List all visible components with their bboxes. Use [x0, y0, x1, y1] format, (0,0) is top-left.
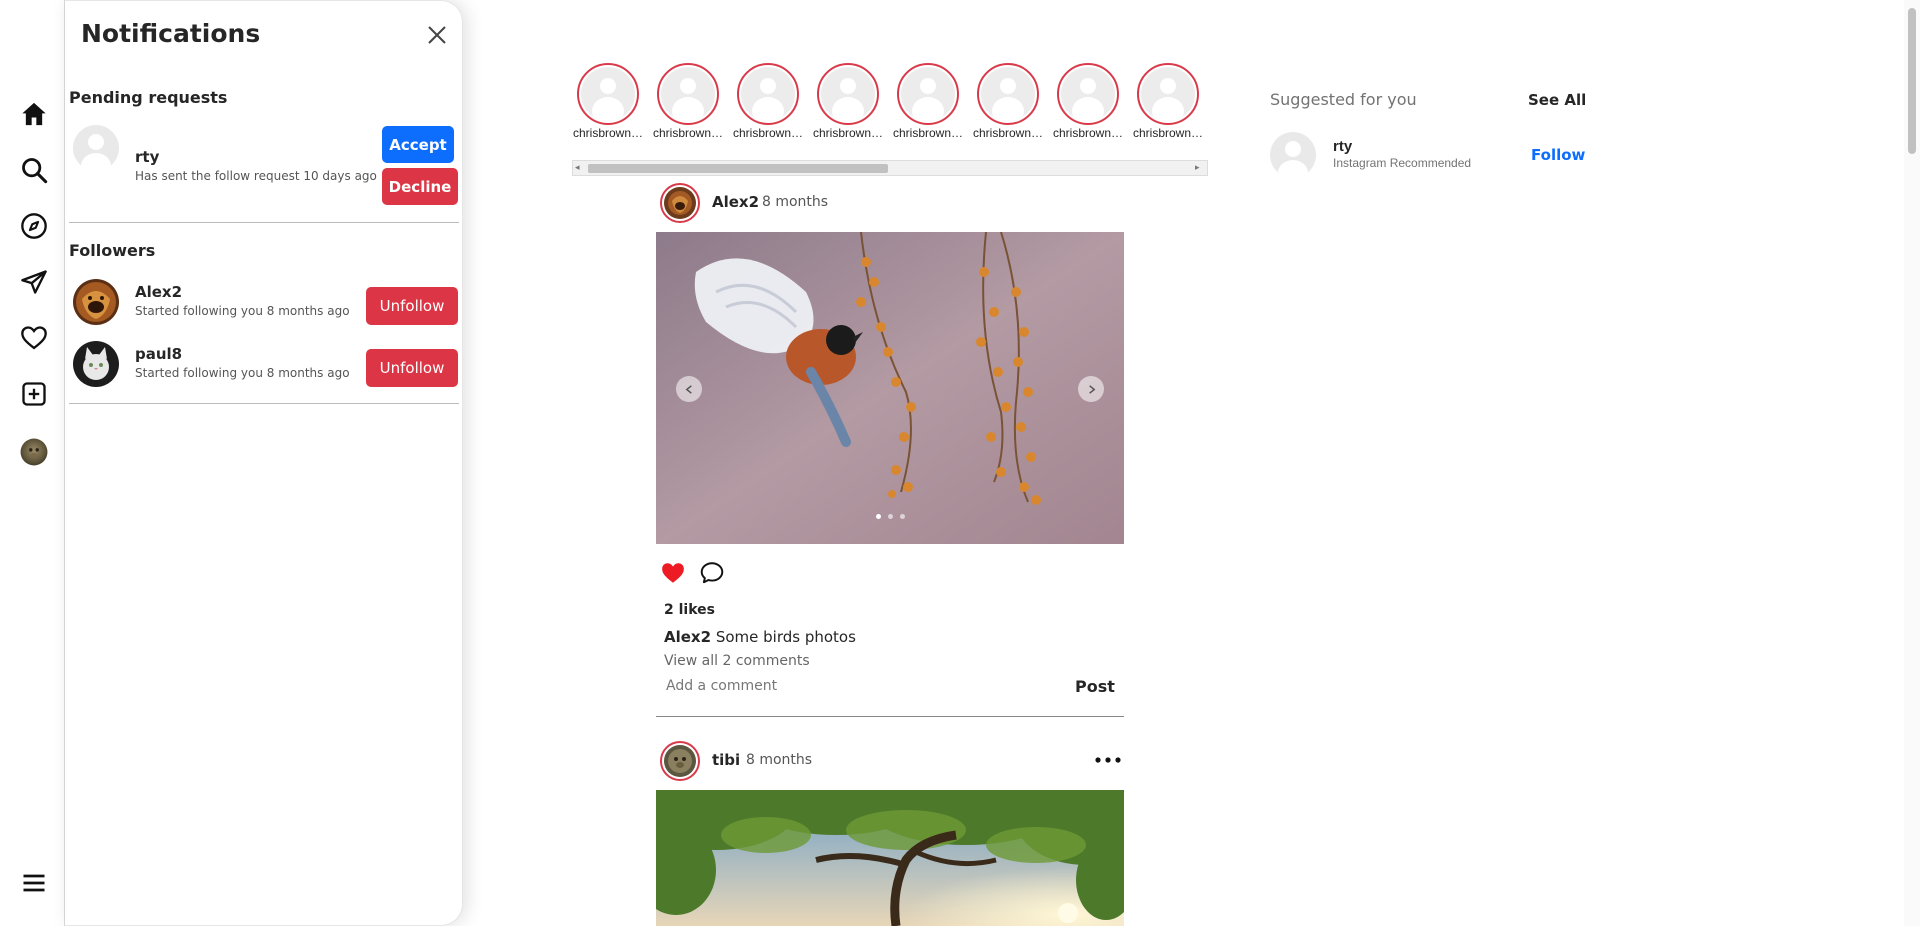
comment-input[interactable]: Add a comment [666, 678, 777, 694]
post-caption: Alex2 Some birds photos [664, 628, 856, 646]
story-item[interactable]: chrisbrown… [1133, 63, 1203, 140]
panel-title: Notifications [81, 19, 261, 48]
follower-username[interactable]: Alex2 [135, 283, 182, 301]
story-username: chrisbrown… [812, 126, 884, 140]
request-username[interactable]: rty [135, 148, 159, 166]
story-item[interactable]: chrisbrown… [573, 63, 643, 140]
story-username: chrisbrown… [732, 126, 804, 140]
pending-requests-title: Pending requests [69, 88, 228, 107]
story-username: chrisbrown… [572, 126, 644, 140]
story-username: chrisbrown… [972, 126, 1044, 140]
suggested-subtitle: Instagram Recommended [1333, 156, 1472, 170]
story-username: chrisbrown… [892, 126, 964, 140]
post-divider [656, 716, 1124, 717]
story-item[interactable]: chrisbrown… [733, 63, 803, 140]
story-item[interactable]: chrisbrown… [813, 63, 883, 140]
more-options-icon[interactable] [1094, 752, 1122, 768]
carousel-prev-button[interactable] [676, 376, 702, 402]
carousel-dot-active [876, 514, 881, 519]
story-item[interactable]: chrisbrown… [1053, 63, 1123, 140]
post-username[interactable]: tibi [712, 751, 740, 769]
like-heart-icon[interactable] [660, 560, 686, 586]
side-nav [0, 0, 65, 926]
carousel-next-button[interactable] [1078, 376, 1104, 402]
divider [69, 403, 459, 404]
stories-scrollbar[interactable]: ◂ ▸ [572, 160, 1208, 176]
page-scrollbar-thumb[interactable] [1908, 8, 1916, 154]
messages-icon[interactable] [17, 265, 51, 299]
scroll-right-arrow-icon[interactable]: ▸ [1195, 163, 1205, 173]
profile-avatar[interactable] [17, 435, 51, 469]
follower-text: Started following you 8 months ago [135, 366, 350, 380]
notifications-panel: Notifications Pending requests rty Has s… [65, 0, 463, 926]
notifications-icon[interactable] [17, 321, 51, 355]
menu-icon[interactable] [17, 866, 51, 900]
create-icon[interactable] [17, 377, 51, 411]
post-time: 8 months [746, 752, 813, 768]
carousel-dot [900, 514, 905, 519]
post-time: 8 months [762, 194, 829, 210]
scrollbar-thumb[interactable] [588, 164, 888, 173]
comment-icon[interactable] [699, 560, 725, 586]
story-username: chrisbrown… [1052, 126, 1124, 140]
story-username: chrisbrown… [652, 126, 724, 140]
unfollow-button[interactable]: Unfollow [366, 349, 458, 387]
story-item[interactable]: chrisbrown… [653, 63, 723, 140]
request-text: Has sent the follow request 10 days ago [135, 169, 377, 183]
post-username[interactable]: Alex2 [712, 193, 759, 211]
post-avatar[interactable] [660, 741, 700, 781]
story-item[interactable]: chrisbrown… [973, 63, 1043, 140]
decline-button[interactable]: Decline [382, 168, 458, 205]
see-all-link[interactable]: See All [1528, 91, 1586, 109]
avatar[interactable] [73, 125, 119, 171]
divider [69, 222, 459, 223]
carousel-dot [888, 514, 893, 519]
post-comment-button[interactable]: Post [1075, 677, 1115, 696]
suggested-avatar[interactable] [1270, 132, 1316, 178]
caption-text: Some birds photos [715, 628, 856, 646]
view-comments-link[interactable]: View all 2 comments [664, 653, 810, 669]
story-username: chrisbrown… [1132, 126, 1204, 140]
caption-username[interactable]: Alex2 [664, 628, 711, 646]
unfollow-button[interactable]: Unfollow [366, 287, 458, 325]
accept-button[interactable]: Accept [382, 126, 454, 163]
likes-count: 2 likes [664, 602, 715, 618]
post-avatar[interactable] [660, 183, 700, 223]
suggested-title: Suggested for you [1270, 90, 1417, 109]
post-image[interactable] [656, 232, 1124, 544]
follower-username[interactable]: paul8 [135, 345, 182, 363]
explore-icon[interactable] [17, 209, 51, 243]
avatar[interactable] [73, 279, 119, 325]
scroll-left-arrow-icon[interactable]: ◂ [575, 163, 585, 173]
post-image[interactable] [656, 790, 1124, 926]
avatar[interactable] [73, 341, 119, 387]
page-scrollbar[interactable] [1904, 0, 1920, 926]
close-icon[interactable] [425, 23, 449, 47]
story-item[interactable]: chrisbrown… [893, 63, 963, 140]
suggested-username[interactable]: rty [1333, 138, 1352, 155]
follow-button[interactable]: Follow [1531, 146, 1585, 164]
followers-title: Followers [69, 241, 156, 260]
home-icon[interactable] [17, 97, 51, 131]
search-icon[interactable] [17, 153, 51, 187]
follower-text: Started following you 8 months ago [135, 304, 350, 318]
